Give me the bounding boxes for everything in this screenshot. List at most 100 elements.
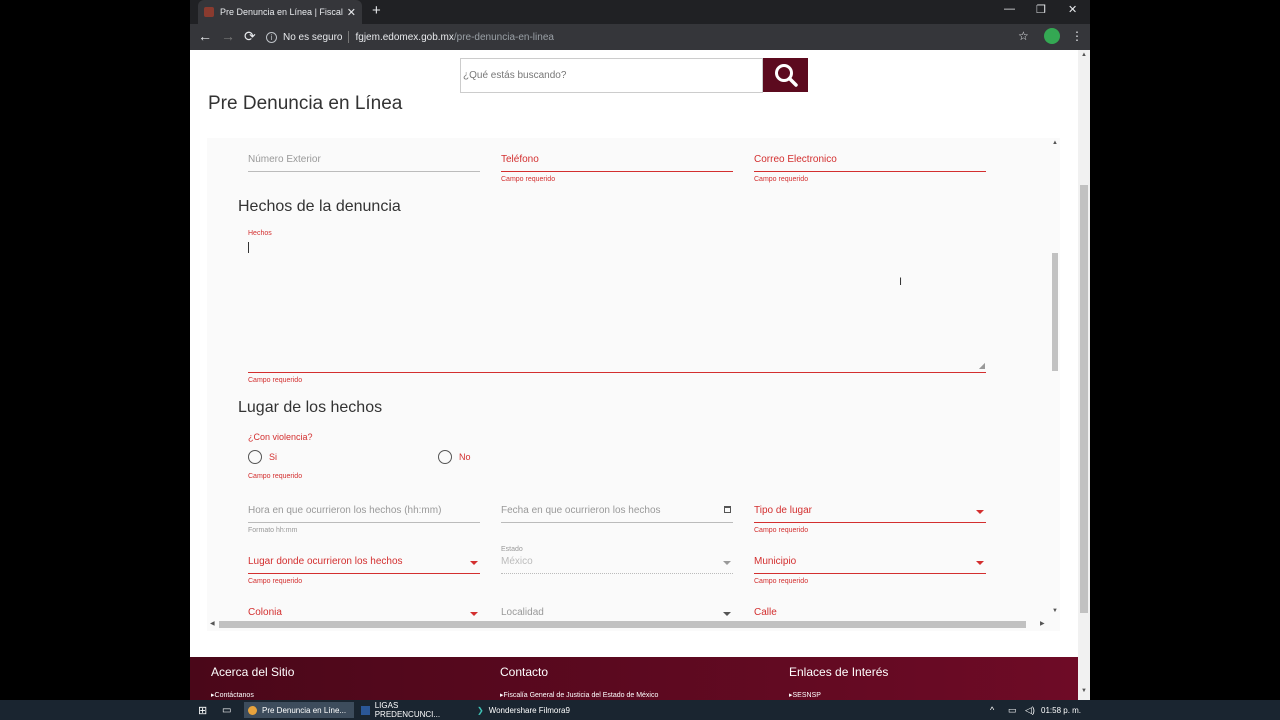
back-icon[interactable]: ← [198,28,212,44]
field-label: Hora en que ocurrieron los hechos (hh:mm… [248,505,442,516]
scroll-down-icon[interactable]: ▼ [1052,608,1058,614]
network-icon[interactable]: ▭ [1004,702,1021,718]
field-label: Tipo de lugar [754,505,812,516]
radio-label: Si [269,452,278,462]
footer-heading: Enlaces de Interés [789,665,889,679]
field-error: Campo requerido [754,176,809,183]
windows-taskbar: ⊞ ▭ Pre Denuncia en Líne... LIGAS PREDEN… [0,700,1280,720]
minimize-button[interactable]: — [1004,3,1015,15]
section-title-lugar: Lugar de los hechos [238,399,383,416]
page-content: ¿Qué estás buscando? Pre Denuncia en Lín… [190,50,1078,700]
clock[interactable]: 01:58 p. m. [1037,702,1085,718]
resize-handle-icon[interactable]: ◢ [979,361,985,370]
security-label: No es seguro [283,31,343,43]
numero-exterior-field[interactable]: Número Exterior [248,152,480,172]
scroll-down-icon[interactable]: ▼ [1081,688,1087,694]
taskbar-item-chrome[interactable]: Pre Denuncia en Líne... [244,702,354,718]
mouse-cursor-icon: I [899,276,903,288]
tipo-lugar-select[interactable]: Tipo de lugar [754,503,986,523]
footer-heading: Contacto [500,665,549,679]
field-label: Fecha en que ocurrieron los hechos [501,505,661,516]
scroll-up-icon[interactable]: ▲ [1081,52,1087,58]
field-error: Campo requerido [248,473,303,480]
url-host: fgjem.edomex.gob.mx [355,31,454,43]
browser-tab[interactable]: Pre Denuncia en Línea | Fiscalía G ✕ [198,0,362,24]
field-error: Campo requerido [248,377,303,384]
bookmark-star-icon[interactable]: ☆ [1018,29,1029,43]
word-icon [361,705,370,715]
taskbar-item-word[interactable]: LIGAS PREDENCUNCI... [357,701,467,719]
footer-link[interactable]: ▸SESNSP [789,691,821,699]
field-value: México [501,556,533,567]
dropdown-arrow-icon [470,561,478,565]
form-vertical-scrollbar[interactable]: ▲ ▼ [1050,138,1060,618]
footer-heading: Acerca del Sitio [211,665,295,679]
search-input[interactable]: ¿Qué estás buscando? [460,58,763,93]
field-label: Número Exterior [248,154,321,165]
footer-link[interactable]: ▸Contáctanos [211,691,254,699]
maximize-button[interactable]: ❐ [1036,3,1046,16]
fecha-field[interactable]: Fecha en que ocurrieron los hechos [501,503,733,523]
hora-field[interactable]: Hora en que ocurrieron los hechos (hh:mm… [248,503,480,523]
dropdown-arrow-icon [723,561,731,565]
correo-field[interactable]: Correo Electronico [754,152,986,172]
taskbar-item-filmora[interactable]: ❯ Wondershare Filmora9 [473,702,583,718]
scroll-left-icon[interactable]: ◀ [210,620,215,627]
dropdown-arrow-icon [470,612,478,616]
dropdown-arrow-icon [976,510,984,514]
page-title: Pre Denuncia en Línea [208,93,403,114]
menu-icon[interactable]: ⋮ [1071,29,1083,43]
municipio-select[interactable]: Municipio [754,554,986,574]
scroll-thumb[interactable] [219,621,1026,628]
search-button[interactable] [763,58,808,92]
close-window-button[interactable]: ✕ [1068,3,1077,16]
scroll-thumb[interactable] [1080,185,1088,613]
text-cursor [248,242,249,253]
estado-label: Estado [501,546,523,553]
radio-label: No [459,452,471,462]
page-vertical-scrollbar[interactable]: ▲ ▼ [1078,50,1090,700]
forward-icon[interactable]: → [221,28,235,44]
section-title-hechos: Hechos de la denuncia [238,198,401,215]
favicon-icon [204,7,214,17]
dropdown-arrow-icon [723,612,731,616]
form-horizontal-scrollbar[interactable]: ◀ ▶ [207,618,1060,631]
hechos-textarea[interactable]: ◢ [248,228,986,373]
tab-title: Pre Denuncia en Línea | Fiscalía G [220,7,343,17]
site-footer: Acerca del Sitio ▸Contáctanos Contacto ▸… [190,657,1078,700]
info-icon[interactable]: i [266,31,277,43]
field-label: Municipio [754,556,797,567]
field-error: Campo requerido [248,578,303,585]
field-label: Correo Electronico [754,154,837,165]
field-error: Campo requerido [754,527,809,534]
radio-circle-icon [438,450,452,464]
field-label: Teléfono [501,154,539,165]
field-hint: Formato hh:mm [248,527,298,534]
divider [348,31,350,43]
scroll-right-icon[interactable]: ▶ [1040,620,1045,627]
new-tab-button[interactable]: + [372,2,381,19]
task-view-icon[interactable]: ▭ [218,702,235,718]
estado-select: México [501,554,733,574]
browser-window: Pre Denuncia en Línea | Fiscalía G ✕ + —… [190,0,1090,700]
radio-si[interactable]: Si [248,450,277,464]
windows-start-icon[interactable]: ⊞ [194,702,211,718]
scroll-thumb[interactable] [1052,253,1058,371]
calendar-icon[interactable] [724,506,731,513]
address-bar[interactable]: i No es seguro fgjem.edomex.gob.mx /pre-… [266,27,986,47]
field-error: Campo requerido [754,578,809,585]
scroll-up-icon[interactable]: ▲ [1052,140,1058,146]
field-label: Localidad [501,607,544,618]
footer-link[interactable]: ▸Fiscalía General de Justicia del Estado… [500,691,658,699]
tray-chevron-icon[interactable]: ^ [986,702,998,718]
url-path: /pre-denuncia-en-linea [453,31,554,43]
radio-circle-icon [248,450,262,464]
search-icon [774,64,798,87]
lugar-select[interactable]: Lugar donde ocurrieron los hechos [248,554,480,574]
reload-icon[interactable]: ⟳ [244,28,256,45]
telefono-field[interactable]: Teléfono [501,152,733,172]
radio-no[interactable]: No [438,450,471,464]
tab-close-icon[interactable]: ✕ [347,6,356,19]
field-error: Campo requerido [501,176,556,183]
profile-avatar[interactable] [1044,28,1060,44]
